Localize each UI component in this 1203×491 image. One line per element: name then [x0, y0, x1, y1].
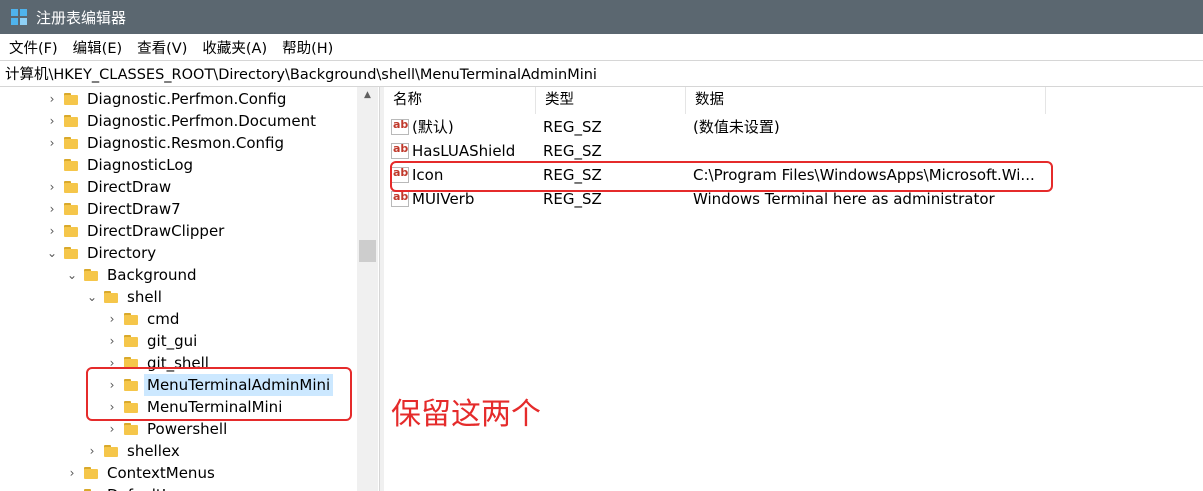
folder-icon	[64, 181, 78, 193]
registry-icon	[11, 9, 27, 25]
menu-view[interactable]: 查看(V)	[137, 37, 187, 58]
chevron-right-icon[interactable]: ›	[46, 220, 58, 242]
folder-icon	[84, 269, 98, 281]
tree-item[interactable]: › Diagnostic.Perfmon.Config	[0, 88, 357, 110]
address-path: 计算机\HKEY_CLASSES_ROOT\Directory\Backgrou…	[5, 67, 597, 83]
chevron-right-icon[interactable]: ›	[106, 330, 118, 352]
highlight-box-tree	[86, 367, 352, 421]
tree-item-label: Diagnostic.Perfmon.Config	[87, 90, 287, 108]
tree-item[interactable]: › ContextMenus	[0, 462, 357, 484]
chevron-right-icon[interactable]: ›	[66, 462, 78, 484]
folder-icon	[124, 423, 138, 435]
tree-item[interactable]: ⌄ Directory	[0, 242, 357, 264]
folder-icon	[64, 159, 78, 171]
tree-item[interactable]: › git_gui	[0, 330, 357, 352]
tree-item-label: DefaultIcon	[104, 484, 196, 491]
string-value-icon: ab	[391, 118, 409, 135]
tree-item[interactable]: › Diagnostic.Resmon.Config	[0, 132, 357, 154]
window-title: 注册表编辑器	[36, 8, 127, 27]
folder-icon	[104, 291, 118, 303]
chevron-right-icon[interactable]	[46, 154, 58, 176]
chevron-right-icon[interactable]: ›	[46, 132, 58, 154]
column-name-header[interactable]: 名称	[384, 87, 536, 114]
tree-item[interactable]: ⌄ shell	[0, 286, 357, 308]
annotation-text: 保留这两个	[391, 397, 541, 432]
value-row[interactable]: ab HasLUAShield REG_SZ	[384, 139, 1203, 163]
folder-icon	[124, 313, 138, 325]
folder-icon	[124, 335, 138, 347]
highlight-box-icon-value	[390, 161, 1053, 192]
tree-item[interactable]: DefaultIcon	[0, 484, 357, 491]
key-tree[interactable]: › Diagnostic.Perfmon.Config › Diagnostic.Pe…	[0, 87, 379, 491]
value-type: REG_SZ	[543, 142, 602, 160]
chevron-down-icon[interactable]: ⌄	[86, 286, 98, 308]
folder-icon	[104, 445, 118, 457]
folder-icon	[64, 137, 78, 149]
tree-item[interactable]: ⌄ Background	[0, 264, 357, 286]
folder-icon	[84, 467, 98, 479]
chevron-right-icon[interactable]: ›	[46, 198, 58, 220]
tree-item[interactable]: › DirectDraw7	[0, 198, 357, 220]
tree-item-label: DirectDrawClipper	[87, 222, 225, 240]
value-name: (默认)	[412, 118, 454, 136]
tree-item[interactable]: › shellex	[0, 440, 357, 462]
folder-icon	[64, 115, 78, 127]
folder-icon	[64, 93, 78, 105]
value-name: HasLUAShield	[412, 142, 516, 160]
tree-item-label: git_gui	[147, 332, 198, 350]
tree-item-label: Diagnostic.Perfmon.Document	[87, 112, 316, 130]
string-value-icon: ab	[391, 142, 409, 159]
tree-item-label: ContextMenus	[107, 464, 215, 482]
chevron-right-icon[interactable]: ›	[86, 440, 98, 462]
column-type-header[interactable]: 类型	[536, 87, 686, 114]
tree-item-label: shellex	[127, 442, 180, 460]
scroll-up-icon[interactable]: ▲	[357, 87, 378, 104]
tree-item-label: cmd	[147, 310, 180, 328]
chevron-right-icon[interactable]: ›	[106, 308, 118, 330]
title-bar: 注册表编辑器	[0, 0, 1203, 34]
folder-icon	[64, 203, 78, 215]
chevron-right-icon[interactable]: ›	[46, 110, 58, 132]
menu-help[interactable]: 帮助(H)	[282, 37, 333, 58]
chevron-right-icon[interactable]: ›	[46, 88, 58, 110]
tree-item[interactable]: › DirectDrawClipper	[0, 220, 357, 242]
menu-edit[interactable]: 编辑(E)	[73, 37, 122, 58]
value-row[interactable]: ab (默认) REG_SZ (数值未设置)	[384, 115, 1203, 139]
chevron-right-icon[interactable]: ›	[106, 418, 118, 440]
folder-icon	[64, 225, 78, 237]
tree-item[interactable]: › Diagnostic.Perfmon.Document	[0, 110, 357, 132]
chevron-right-icon[interactable]	[66, 484, 78, 491]
folder-icon	[64, 247, 78, 259]
menu-file[interactable]: 文件(F)	[9, 37, 58, 58]
column-data-header[interactable]: 数据	[686, 87, 1046, 114]
tree-item-label: Directory	[87, 244, 157, 262]
menu-bar: 文件(F) 编辑(E) 查看(V) 收藏夹(A) 帮助(H)	[0, 34, 1203, 60]
tree-item-label: DirectDraw	[87, 178, 172, 196]
chevron-down-icon[interactable]: ⌄	[66, 264, 78, 286]
tree-item-label: DiagnosticLog	[87, 156, 194, 174]
address-bar[interactable]: 计算机\HKEY_CLASSES_ROOT\Directory\Backgrou…	[0, 60, 1203, 87]
tree-item-label: Diagnostic.Resmon.Config	[87, 134, 284, 152]
tree-scrollbar[interactable]: ▲	[357, 87, 378, 491]
tree-item-label: DirectDraw7	[87, 200, 181, 218]
tree-item[interactable]: › DirectDraw	[0, 176, 357, 198]
value-type: REG_SZ	[543, 118, 602, 136]
chevron-right-icon[interactable]: ›	[46, 176, 58, 198]
tree-item-label: Background	[107, 266, 197, 284]
chevron-down-icon[interactable]: ⌄	[46, 242, 58, 264]
menu-favorites[interactable]: 收藏夹(A)	[202, 37, 267, 58]
string-value-icon: ab	[391, 190, 409, 207]
tree-item[interactable]: › cmd	[0, 308, 357, 330]
tree-item-label: Powershell	[147, 420, 228, 438]
scrollbar-thumb[interactable]	[359, 240, 376, 262]
value-data: (数值未设置)	[693, 118, 780, 136]
tree-item[interactable]: DiagnosticLog	[0, 154, 357, 176]
tree-item-label: shell	[127, 288, 162, 306]
tree-item[interactable]: › Powershell	[0, 418, 357, 440]
